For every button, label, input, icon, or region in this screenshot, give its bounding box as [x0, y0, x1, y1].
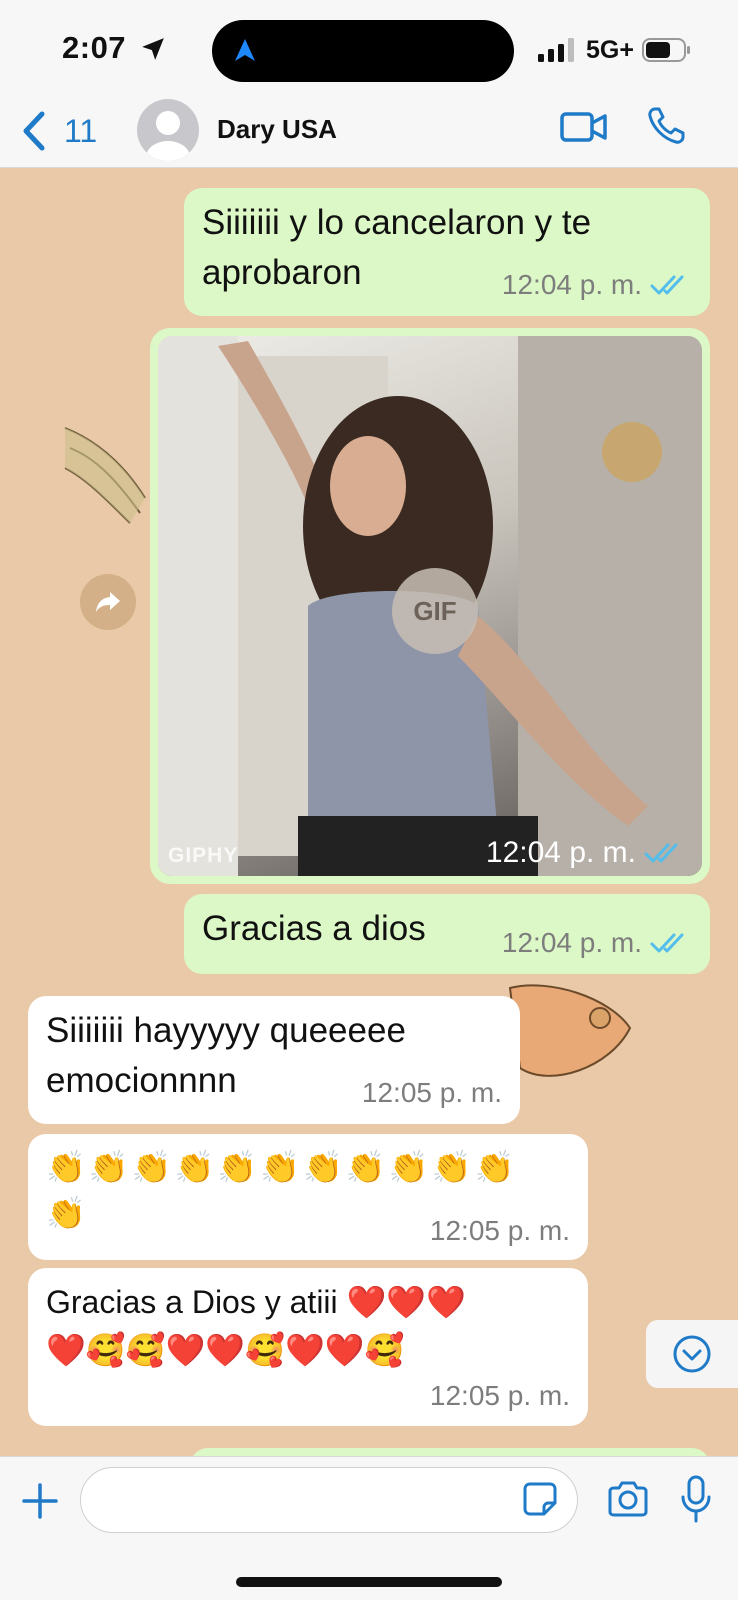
battery-icon [642, 38, 690, 62]
read-ticks-icon [644, 843, 678, 863]
signal-icon [538, 38, 574, 62]
contact-name[interactable]: Dary USA [217, 114, 337, 145]
giphy-attribution: GIPHY [168, 844, 239, 867]
message-ampm: p. m. [579, 927, 642, 958]
message-time: 12:05 [429, 1380, 500, 1411]
video-call-icon[interactable] [560, 110, 608, 144]
scroll-to-bottom-button[interactable] [646, 1320, 738, 1388]
status-bar: 2:07 5G+ [0, 0, 738, 98]
message-text: Gracias a dios [202, 909, 426, 948]
avatar[interactable] [137, 99, 199, 161]
chevron-left-icon [23, 111, 45, 151]
chat-area[interactable]: Siiiiiii y lo cancelaron y te aprobaron … [0, 168, 738, 1456]
incoming-message[interactable]: Gracias a Dios y atiii ❤️❤️❤️ ❤️🥰🥰❤️❤️🥰❤… [28, 1268, 588, 1426]
home-indicator [236, 1577, 502, 1587]
message-ampm: p. m. [569, 836, 636, 869]
back-button[interactable]: 11 [20, 108, 97, 154]
location-arrow-icon [142, 38, 164, 60]
message-ampm: p. m. [507, 1380, 570, 1411]
read-ticks-icon [650, 275, 684, 295]
message-meta: 12:04 p. m. [486, 836, 686, 870]
outgoing-message[interactable]: Siiiiiii y lo cancelaron y te aprobaron … [184, 188, 710, 316]
microphone-icon[interactable] [680, 1475, 712, 1523]
outgoing-message[interactable] [190, 1448, 710, 1456]
message-meta: 12:04 p. m. [502, 918, 692, 968]
network-type: 5G+ [586, 36, 634, 64]
message-ampm: p. m. [507, 1215, 570, 1246]
incoming-message[interactable]: Siiiiiii hayyyyy queeeee emocionnnn 12:0… [28, 996, 520, 1124]
dynamic-island [212, 20, 514, 82]
message-ampm: p. m. [439, 1077, 502, 1108]
forward-icon [96, 592, 120, 612]
message-meta: 12:05 p. m. [430, 1208, 570, 1254]
message-text: Gracias a Dios y atiii ❤️❤️❤️ ❤️🥰🥰❤️❤️🥰❤… [46, 1284, 467, 1368]
message-time: 12:04 [485, 836, 561, 869]
message-meta: 12:05 p. m. [362, 1068, 502, 1118]
gif-badge[interactable]: GIF [392, 568, 478, 654]
read-ticks-icon [650, 933, 684, 953]
message-meta: 12:05 p. m. [430, 1372, 570, 1420]
plus-icon[interactable] [20, 1481, 60, 1521]
message-ampm: p. m. [579, 269, 642, 300]
outgoing-message[interactable]: Gracias a dios 12:04 p. m. [184, 894, 710, 974]
chat-header: 11 Dary USA [0, 98, 738, 168]
phone-icon[interactable] [646, 106, 686, 146]
background-doodle [64, 427, 146, 524]
incoming-message[interactable]: 👏👏👏👏👏👏👏👏👏👏👏 👏 12:05 p. m. [28, 1134, 588, 1260]
forward-button[interactable] [80, 574, 136, 630]
message-time: 12:05 [429, 1215, 500, 1246]
gif-preview[interactable]: GIF GIPHY 12:04 p. m. [158, 336, 702, 876]
message-meta: 12:04 p. m. [502, 260, 692, 310]
camera-icon[interactable] [606, 1479, 650, 1519]
chevron-down-icon [673, 1335, 711, 1373]
unread-count: 11 [64, 112, 98, 149]
navigation-arrow-icon [235, 39, 255, 61]
message-text: Siiiiiii hayyyyy queeeee emocionnnn [46, 1011, 406, 1100]
message-input[interactable] [80, 1467, 578, 1533]
message-time: 12:04 [501, 927, 572, 958]
gif-message[interactable]: GIF GIPHY 12:04 p. m. [150, 328, 710, 884]
message-time: 12:04 [501, 269, 572, 300]
input-bar [0, 1456, 738, 1600]
avatar-icon [146, 111, 190, 161]
message-time: 12:05 [361, 1077, 432, 1108]
status-time: 2:07 [62, 30, 127, 65]
sticker-icon[interactable] [522, 1481, 558, 1517]
